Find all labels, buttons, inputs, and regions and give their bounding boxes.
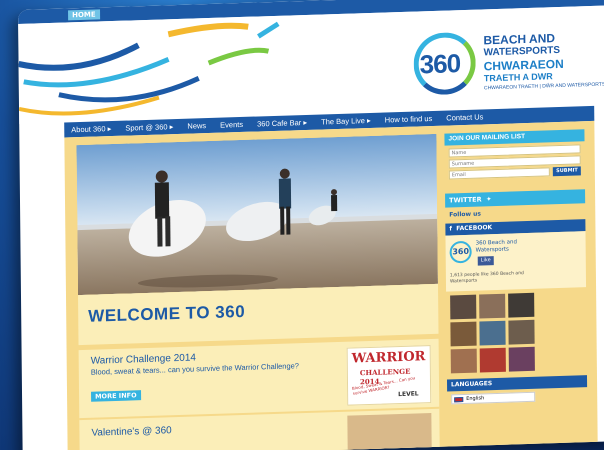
avatar[interactable] [508, 319, 535, 345]
email-field[interactable]: Email [448, 167, 551, 180]
facebook-icon: f [449, 225, 455, 233]
fb-page-avatar[interactable]: 360 [449, 240, 472, 264]
nav-item-cafe[interactable]: 360 Cafe Bar ▸ [250, 118, 314, 129]
avatar[interactable] [450, 294, 477, 320]
logo-number: 360 [419, 48, 461, 80]
uk-flag-icon [454, 397, 464, 403]
main-column: WELCOME TO 360 Warrior Challenge 2014 Bl… [76, 133, 440, 450]
fb-like-count: 1,613 people like 360 Beach and Waterspo… [449, 271, 524, 285]
hero-photo [76, 133, 438, 296]
hero-image [76, 133, 438, 296]
more-info-button[interactable]: MORE INFO [91, 390, 141, 402]
site-header: 360 BEACH AND WATERSPORTS CHWARAEON TRAE… [18, 5, 604, 124]
avatar[interactable] [479, 347, 506, 373]
avatar[interactable] [479, 320, 506, 346]
facebook-label: FACEBOOK [456, 224, 493, 233]
language-value: English [466, 395, 485, 402]
avatar[interactable] [450, 321, 477, 347]
welcome-panel: WELCOME TO 360 [78, 283, 439, 346]
content-area: WELCOME TO 360 Warrior Challenge 2014 Bl… [64, 120, 598, 450]
nav-item-news[interactable]: News [180, 121, 213, 131]
valentines-image[interactable] [347, 413, 432, 450]
warrior-challenge-image[interactable]: WARRIOR CHALLENGE 2014 Blood, Sweat & Te… [346, 345, 432, 406]
avatar[interactable] [450, 348, 477, 374]
fb-like-button[interactable]: Like [477, 256, 494, 266]
site-logo[interactable]: 360 BEACH AND WATERSPORTS CHWARAEON TRAE… [413, 28, 604, 104]
facebook-widget: 360 360 Beach and Watersports Like 1,613… [445, 231, 587, 292]
nav-item-bay-live[interactable]: The Bay Live ▸ [314, 116, 378, 127]
fb-page-name[interactable]: 360 Beach and Watersports [476, 239, 536, 255]
mailing-form: Name Surname Email SUBMIT [445, 141, 585, 191]
warrior-brand: LEVEL [398, 390, 419, 399]
nav-item-find-us[interactable]: How to find us [378, 114, 440, 125]
browser-screen: HOME 360 BEACH AND WATERSPORTS CHWARAEON… [18, 0, 604, 450]
twitter-label: TWITTER [449, 195, 482, 205]
nav-item-about[interactable]: About 360 ▸ [64, 124, 118, 135]
twitter-bird-icon: ✦ [483, 195, 492, 204]
nav-item-contact[interactable]: Contact Us [439, 112, 490, 123]
warrior-title: WARRIOR [351, 349, 426, 367]
news-list: Warrior Challenge 2014 Blood, sweat & te… [78, 338, 440, 450]
logo-line-5: CHWARAEON TRAETH | DŴR AND WATERSPORTS [483, 81, 604, 92]
fb-faces [446, 287, 587, 377]
logo-line-4: TRAETH A DWR [483, 71, 553, 84]
submit-button[interactable]: SUBMIT [553, 166, 581, 177]
language-select[interactable]: English [451, 391, 536, 405]
news-title-valentines[interactable]: Valentine's @ 360 [91, 425, 171, 439]
sidebar: JOIN OUR MAILING LIST Name Surname Email… [444, 129, 588, 450]
avatar[interactable] [508, 292, 535, 318]
page-title: WELCOME TO 360 [88, 301, 246, 326]
home-link[interactable]: HOME [68, 9, 100, 21]
languages-heading: LANGUAGES [446, 375, 588, 392]
nav-item-sport[interactable]: Sport @ 360 ▸ [118, 122, 180, 133]
avatar[interactable] [479, 293, 506, 319]
avatar[interactable] [508, 346, 535, 372]
nav-item-events[interactable]: Events [213, 120, 250, 130]
